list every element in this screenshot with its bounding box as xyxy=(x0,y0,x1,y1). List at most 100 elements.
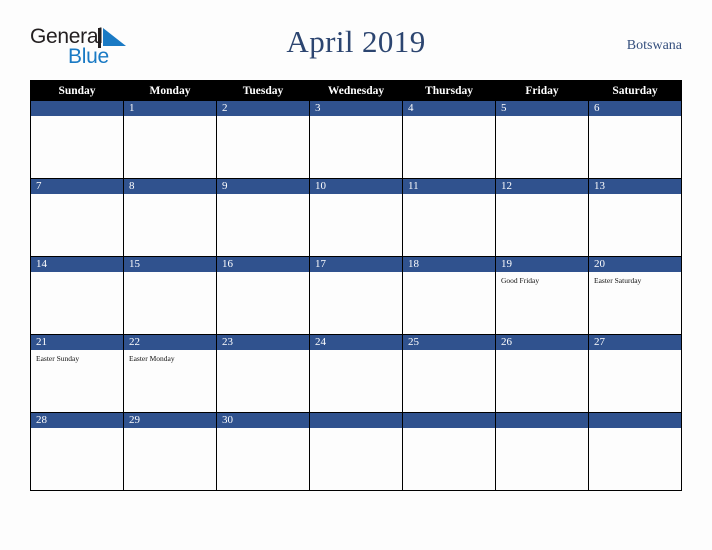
calendar-day-cell[interactable]: 3 xyxy=(309,100,403,179)
day-number xyxy=(310,413,402,428)
day-cell-body xyxy=(403,350,495,412)
day-number: 28 xyxy=(31,413,123,428)
calendar-day-cell[interactable]: 22 Easter Monday xyxy=(123,334,217,413)
day-number: 7 xyxy=(31,179,123,194)
day-cell-body xyxy=(31,272,123,334)
calendar-day-cell[interactable]: 18 xyxy=(402,256,496,335)
day-number: 16 xyxy=(217,257,309,272)
day-number: 19 xyxy=(496,257,588,272)
weekday-header-tuesday: Tuesday xyxy=(216,80,310,101)
calendar-day-cell[interactable]: 1 xyxy=(123,100,217,179)
calendar-day-cell[interactable]: 8 xyxy=(123,178,217,257)
region-label: Botswana xyxy=(626,38,682,53)
calendar-day-cell[interactable]: 19 Good Friday xyxy=(495,256,589,335)
day-cell-body: Easter Monday xyxy=(124,350,216,412)
calendar-day-cell[interactable] xyxy=(30,100,124,179)
calendar-week-row: 7 8 9 10 11 12 13 xyxy=(30,178,682,257)
calendar-day-cell[interactable]: 26 xyxy=(495,334,589,413)
day-cell-body xyxy=(124,194,216,256)
day-number: 4 xyxy=(403,101,495,116)
calendar-day-cell[interactable]: 25 xyxy=(402,334,496,413)
day-number: 20 xyxy=(589,257,681,272)
day-number: 11 xyxy=(403,179,495,194)
calendar-day-cell[interactable]: 2 xyxy=(216,100,310,179)
day-number: 17 xyxy=(310,257,402,272)
calendar-day-cell[interactable]: 30 xyxy=(216,412,310,491)
day-cell-body xyxy=(31,194,123,256)
calendar-week-row: 14 15 16 17 18 19 Good Friday 20 Easter Saturday xyxy=(30,256,682,335)
calendar-day-cell[interactable]: 4 xyxy=(402,100,496,179)
day-cell-body xyxy=(403,272,495,334)
calendar-day-cell[interactable]: 24 xyxy=(309,334,403,413)
weekday-header-saturday: Saturday xyxy=(588,80,682,101)
calendar-day-cell[interactable]: 20 Easter Saturday xyxy=(588,256,682,335)
day-number: 21 xyxy=(31,335,123,350)
day-cell-body xyxy=(31,116,123,178)
day-cell-body: Easter Sunday xyxy=(31,350,123,412)
day-cell-body xyxy=(310,272,402,334)
calendar-page: General Blue April 2019 Botswana Sunday … xyxy=(0,0,712,550)
day-number: 18 xyxy=(403,257,495,272)
calendar-day-cell[interactable] xyxy=(309,412,403,491)
day-number xyxy=(31,101,123,116)
day-cell-body xyxy=(403,428,495,490)
day-number: 2 xyxy=(217,101,309,116)
calendar-day-cell[interactable]: 10 xyxy=(309,178,403,257)
day-number: 26 xyxy=(496,335,588,350)
calendar-day-cell[interactable]: 12 xyxy=(495,178,589,257)
day-cell-body xyxy=(589,116,681,178)
calendar-day-cell[interactable]: 21 Easter Sunday xyxy=(30,334,124,413)
calendar-day-cell[interactable]: 17 xyxy=(309,256,403,335)
day-number: 27 xyxy=(589,335,681,350)
day-number: 14 xyxy=(31,257,123,272)
calendar-day-cell[interactable]: 13 xyxy=(588,178,682,257)
day-cell-body xyxy=(124,272,216,334)
calendar-day-cell[interactable]: 7 xyxy=(30,178,124,257)
day-number: 15 xyxy=(124,257,216,272)
day-cell-body xyxy=(403,194,495,256)
day-cell-body xyxy=(31,428,123,490)
day-cell-body xyxy=(217,428,309,490)
day-number: 12 xyxy=(496,179,588,194)
day-number xyxy=(589,413,681,428)
calendar-day-cell[interactable]: 28 xyxy=(30,412,124,491)
calendar-day-cell[interactable]: 16 xyxy=(216,256,310,335)
calendar-day-cell[interactable]: 15 xyxy=(123,256,217,335)
day-cell-body xyxy=(217,194,309,256)
day-cell-body xyxy=(403,116,495,178)
calendar-table: Sunday Monday Tuesday Wednesday Thursday… xyxy=(30,80,682,491)
calendar-day-cell[interactable]: 27 xyxy=(588,334,682,413)
day-cell-body xyxy=(589,194,681,256)
holiday-label: Easter Saturday xyxy=(594,276,642,285)
calendar-day-cell[interactable] xyxy=(402,412,496,491)
weekday-header-sunday: Sunday xyxy=(30,80,124,101)
day-number: 24 xyxy=(310,335,402,350)
calendar-day-cell[interactable]: 9 xyxy=(216,178,310,257)
holiday-label: Easter Sunday xyxy=(36,354,80,363)
calendar-day-cell[interactable] xyxy=(588,412,682,491)
day-cell-body xyxy=(496,194,588,256)
day-number: 3 xyxy=(310,101,402,116)
day-number: 23 xyxy=(217,335,309,350)
day-number: 22 xyxy=(124,335,216,350)
day-number: 25 xyxy=(403,335,495,350)
page-header: General Blue April 2019 Botswana xyxy=(30,22,682,74)
day-number: 10 xyxy=(310,179,402,194)
weekday-header-monday: Monday xyxy=(123,80,217,101)
day-number: 13 xyxy=(589,179,681,194)
day-cell-body xyxy=(589,428,681,490)
calendar-header-row: Sunday Monday Tuesday Wednesday Thursday… xyxy=(30,80,682,101)
calendar-day-cell[interactable]: 23 xyxy=(216,334,310,413)
calendar-week-row: 123456 xyxy=(30,100,682,179)
calendar-day-cell[interactable]: 5 xyxy=(495,100,589,179)
day-cell-body xyxy=(310,428,402,490)
day-cell-body xyxy=(496,350,588,412)
calendar-day-cell[interactable]: 14 xyxy=(30,256,124,335)
calendar-day-cell[interactable]: 6 xyxy=(588,100,682,179)
weekday-header-wednesday: Wednesday xyxy=(309,80,403,101)
day-number: 1 xyxy=(124,101,216,116)
day-cell-body xyxy=(496,116,588,178)
calendar-day-cell[interactable] xyxy=(495,412,589,491)
calendar-day-cell[interactable]: 11 xyxy=(402,178,496,257)
calendar-day-cell[interactable]: 29 xyxy=(123,412,217,491)
